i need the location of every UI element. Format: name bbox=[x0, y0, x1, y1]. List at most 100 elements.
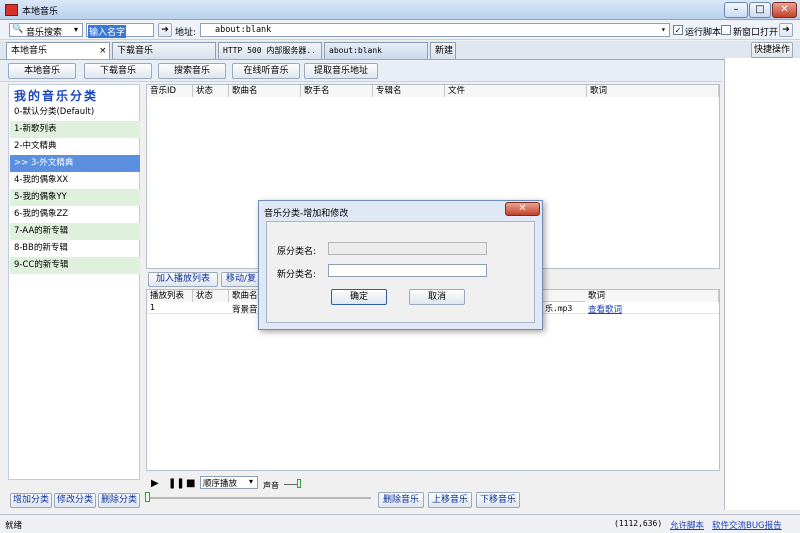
row-song-name: 背景音 bbox=[232, 305, 258, 315]
dialog-close-button[interactable]: ✕ bbox=[505, 202, 540, 216]
dialog-title: 音乐分类-增加和修改 bbox=[264, 209, 349, 219]
run-script-checkbox[interactable]: ✓ bbox=[673, 25, 683, 35]
nav-extract-address-button[interactable]: 提取音乐地址 bbox=[304, 63, 378, 79]
add-to-playlist-button[interactable]: 加入播放列表 bbox=[148, 272, 218, 287]
cursor-coords: (1112,636) bbox=[614, 519, 663, 528]
address-input[interactable]: about:blank ▾ bbox=[200, 23, 670, 37]
tab-label: about:blank bbox=[329, 46, 382, 55]
category-item[interactable]: 2-中文精典 bbox=[10, 138, 140, 155]
tab-local-music[interactable]: 本地音乐 × bbox=[6, 42, 110, 59]
column-header[interactable]: 专辑名 bbox=[373, 85, 445, 97]
delete-category-button[interactable]: 删除分类 bbox=[98, 493, 140, 508]
new-name-label: 新分类名: bbox=[277, 270, 317, 280]
column-header[interactable]: 文件 bbox=[445, 85, 587, 97]
category-dialog: 音乐分类-增加和修改 ✕ 原分类名: 新分类名: 确定 取消 bbox=[258, 200, 543, 330]
stop-icon[interactable]: ■ bbox=[186, 478, 195, 489]
cancel-button[interactable]: 取消 bbox=[409, 289, 465, 305]
feedback-link[interactable]: 软件交流BUG报告 bbox=[712, 519, 782, 531]
volume-slider-handle[interactable] bbox=[297, 479, 301, 488]
category-sidebar: 我的音乐分类 0-默认分类(Default) 1-新歌列表 2-中文精典 >> … bbox=[8, 84, 140, 480]
title-bar: 本地音乐 – □ ✕ bbox=[0, 0, 800, 20]
category-item[interactable]: 6-我的偶象ZZ bbox=[10, 206, 140, 223]
delete-music-button[interactable]: 删除音乐 bbox=[378, 492, 424, 508]
nav-download-music-button[interactable]: 下载音乐 bbox=[84, 63, 152, 79]
arrow-right-icon: ➔ bbox=[161, 25, 169, 35]
column-header[interactable]: 音乐ID bbox=[147, 85, 193, 97]
move-down-music-button[interactable]: 下移音乐 bbox=[476, 492, 520, 508]
nav-toolbar: 本地音乐 下载音乐 搜索音乐 在线听音乐 提取音乐地址 bbox=[0, 60, 722, 82]
column-header[interactable]: 歌手名 bbox=[301, 85, 373, 97]
view-lyrics-link[interactable]: 查看歌词 bbox=[588, 303, 622, 315]
search-icon: 🔍 bbox=[12, 24, 24, 34]
tab-download-music[interactable]: 下载音乐 bbox=[112, 42, 216, 59]
original-name-field bbox=[328, 242, 487, 255]
sidebar-title: 我的音乐分类 bbox=[14, 89, 99, 103]
row-file: 乐.mp3 bbox=[545, 304, 573, 313]
app-icon bbox=[5, 4, 18, 16]
tab-label: 下载音乐 bbox=[117, 46, 154, 56]
category-item[interactable]: 5-我的偶象YY bbox=[10, 189, 140, 206]
play-icon[interactable]: ▶ bbox=[151, 478, 159, 489]
address-label: 地址: bbox=[175, 28, 197, 38]
minimize-button[interactable]: – bbox=[724, 2, 748, 18]
pause-icon[interactable]: ❚❚ bbox=[168, 478, 185, 489]
tab-close-icon[interactable]: × bbox=[99, 43, 107, 59]
category-item[interactable]: 0-默认分类(Default) bbox=[10, 104, 140, 121]
tab-about-blank[interactable]: about:blank bbox=[324, 42, 428, 59]
ok-button[interactable]: 确定 bbox=[331, 289, 387, 305]
new-window-checkbox[interactable] bbox=[721, 25, 731, 35]
row-index: 1 bbox=[150, 303, 156, 312]
column-header[interactable]: 歌词 bbox=[585, 290, 719, 302]
new-window-label: 新窗口打开 bbox=[733, 28, 779, 38]
checkmark-icon: ✓ bbox=[674, 26, 682, 35]
quick-action-button[interactable]: 快捷操作 bbox=[751, 42, 793, 58]
move-copy-button[interactable]: 移动/复 bbox=[221, 272, 261, 287]
add-category-button[interactable]: 增加分类 bbox=[10, 493, 52, 508]
edit-category-button[interactable]: 修改分类 bbox=[54, 493, 96, 508]
volume-slider[interactable] bbox=[284, 484, 298, 485]
column-header[interactable]: 歌曲名 bbox=[229, 85, 301, 97]
progress-track[interactable] bbox=[148, 497, 371, 499]
column-header[interactable]: 状态 bbox=[193, 85, 229, 97]
status-text: 就绪 bbox=[5, 521, 23, 531]
dialog-body: 原分类名: 新分类名: 确定 取消 bbox=[266, 221, 535, 323]
nav-search-music-button[interactable]: 搜索音乐 bbox=[158, 63, 226, 79]
search-type-select[interactable]: 🔍 音乐搜索 ▾ bbox=[9, 23, 83, 38]
maximize-button[interactable]: □ bbox=[749, 2, 771, 18]
play-mode-value: 顺序播放 bbox=[203, 479, 238, 489]
column-header[interactable]: 状态 bbox=[193, 290, 229, 302]
music-table-header: 音乐ID 状态 歌曲名 歌手名 专辑名 文件 歌词 bbox=[147, 85, 719, 97]
move-up-music-button[interactable]: 上移音乐 bbox=[428, 492, 472, 508]
new-tab-button[interactable]: 新建 bbox=[430, 42, 456, 59]
tab-label: 本地音乐 bbox=[11, 46, 48, 56]
nav-local-music-button[interactable]: 本地音乐 bbox=[8, 63, 76, 79]
run-script-label: 运行脚本 bbox=[685, 28, 722, 38]
progress-handle[interactable] bbox=[145, 492, 150, 502]
nav-online-music-button[interactable]: 在线听音乐 bbox=[232, 63, 300, 79]
category-item[interactable]: 8-BB的新专辑 bbox=[10, 240, 140, 257]
search-go-button[interactable]: ➔ bbox=[158, 23, 172, 37]
chevron-down-icon: ▾ bbox=[249, 477, 254, 486]
close-icon: ✕ bbox=[518, 203, 527, 214]
category-item[interactable]: 7-AA的新专辑 bbox=[10, 223, 140, 240]
new-name-input[interactable] bbox=[328, 264, 487, 277]
category-item[interactable]: 9-CC的新专辑 bbox=[10, 257, 140, 274]
address-input-value: about:blank bbox=[215, 25, 272, 35]
toolbar: 🔍 音乐搜索 ▾ 输入名字 ➔ 地址: about:blank ▾ ✓ 运行脚本… bbox=[0, 21, 800, 40]
close-button[interactable]: ✕ bbox=[772, 2, 797, 18]
tab-http-500[interactable]: HTTP 500 内部服务器.. bbox=[218, 42, 322, 59]
play-mode-select[interactable]: 顺序播放 ▾ bbox=[200, 476, 258, 489]
arrow-right-icon: ➔ bbox=[782, 25, 790, 35]
chevron-down-icon: ▾ bbox=[74, 25, 79, 34]
category-item-selected[interactable]: >> 3-外文精典 bbox=[10, 155, 140, 172]
category-item[interactable]: 4-我的偶象XX bbox=[10, 172, 140, 189]
column-header[interactable]: 播放列表 bbox=[147, 290, 193, 302]
address-go-button[interactable]: ➔ bbox=[779, 23, 793, 37]
search-type-value: 音乐搜索 bbox=[26, 28, 63, 38]
search-input[interactable]: 输入名字 bbox=[86, 23, 154, 38]
category-item[interactable]: 1-新歌列表 bbox=[10, 121, 140, 138]
allow-script-link[interactable]: 允许脚本 bbox=[670, 519, 704, 531]
status-bar: 就绪 (1112,636) 允许脚本 软件交流BUG报告 bbox=[0, 514, 800, 533]
tab-label: HTTP 500 内部服务器.. bbox=[223, 46, 316, 55]
column-header[interactable]: 歌词 bbox=[587, 85, 719, 97]
